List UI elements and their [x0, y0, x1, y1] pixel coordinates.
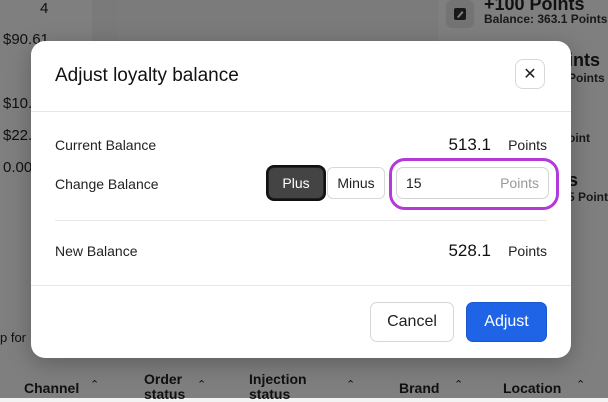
footer-divider [31, 285, 571, 286]
minus-toggle-button[interactable]: Minus [327, 167, 385, 199]
modal-title: Adjust loyalty balance [55, 65, 239, 86]
cancel-button[interactable]: Cancel [370, 302, 454, 342]
change-amount-input[interactable]: 15 Points [396, 167, 549, 199]
section-divider [55, 220, 547, 221]
adjust-button[interactable]: Adjust [466, 302, 547, 342]
current-balance-label: Current Balance [55, 137, 157, 153]
current-balance-value: 513.1 [448, 135, 491, 154]
change-amount-suffix: Points [500, 175, 539, 191]
close-icon: ✕ [523, 66, 537, 83]
adjust-loyalty-modal: Adjust loyalty balance ✕ Current Balance… [31, 41, 571, 358]
current-balance-unit: Points [508, 137, 547, 153]
change-amount-value: 15 [406, 175, 422, 191]
plus-toggle-button[interactable]: Plus [268, 167, 324, 199]
close-button[interactable]: ✕ [515, 59, 545, 89]
new-balance-label: New Balance [55, 243, 138, 259]
header-divider [31, 111, 571, 112]
new-balance-value: 528.1 [448, 241, 491, 260]
change-balance-label: Change Balance [55, 176, 159, 192]
new-balance-unit: Points [508, 243, 547, 259]
